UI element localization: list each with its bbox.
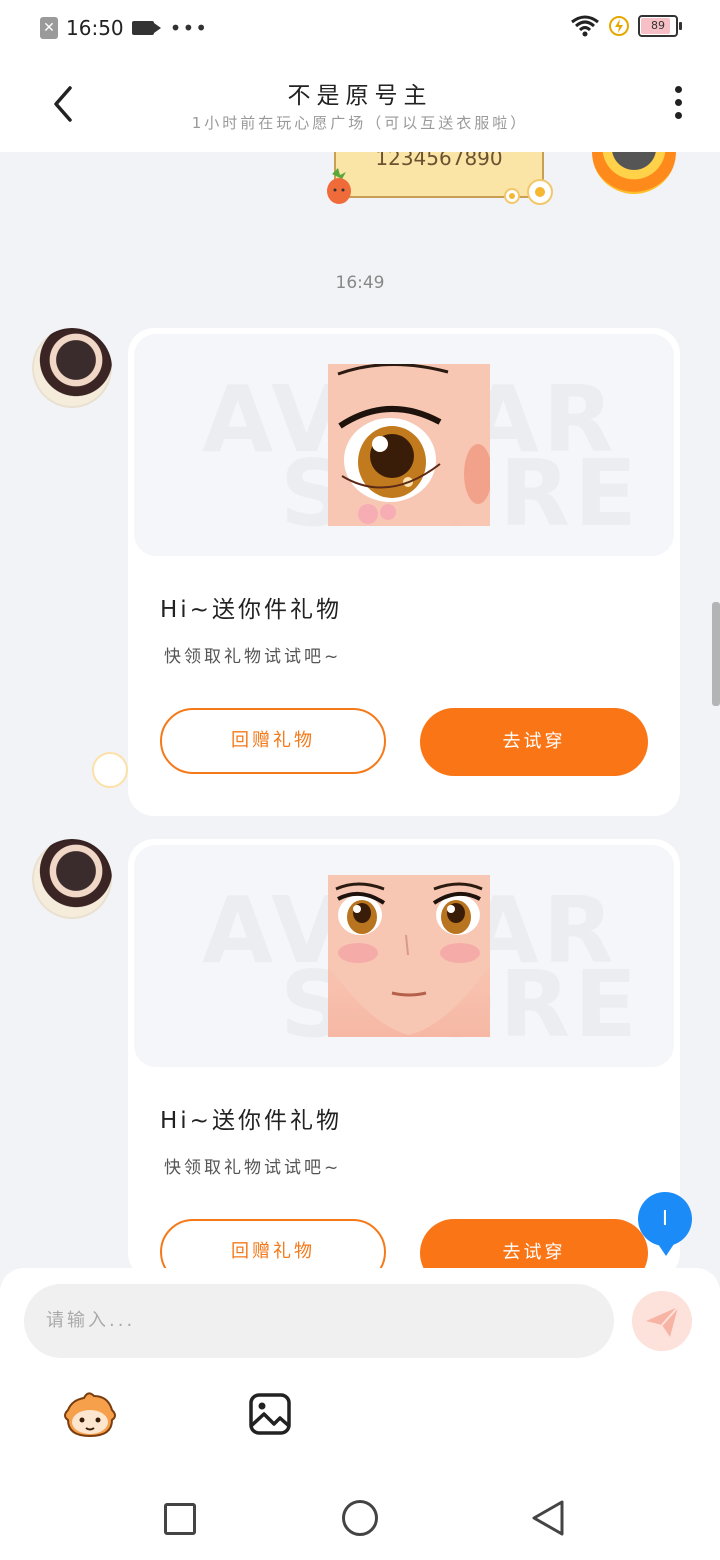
- status-bar: ✕ 16:50 ••• 89: [0, 0, 720, 56]
- more-options-button[interactable]: [666, 82, 690, 126]
- gift-title: Hi~送你件礼物: [160, 597, 342, 623]
- status-time: 16:50: [66, 16, 124, 40]
- more-dot-icon: [674, 99, 682, 106]
- carrot-sticker-icon: [327, 168, 351, 204]
- send-button[interactable]: [632, 1291, 692, 1351]
- sender-avatar[interactable]: [32, 839, 112, 919]
- time-divider: 16:49: [335, 273, 385, 293]
- try-on-button[interactable]: 去试穿: [420, 708, 648, 776]
- gift-preview-image[interactable]: AVATAR STORE: [134, 334, 674, 556]
- my-avatar-partial[interactable]: [586, 152, 682, 200]
- return-gift-button[interactable]: 回赠礼物: [160, 708, 386, 774]
- home-button[interactable]: [342, 1500, 378, 1536]
- chat-header: 不是原号主 1小时前在玩心愿广场（可以互送衣服啦）: [0, 56, 720, 152]
- gift-description: 快领取礼物试试吧~: [164, 647, 342, 667]
- status-right: 89: [570, 14, 682, 38]
- chat-subtitle: 1小时前在玩心愿广场（可以互送衣服啦）: [191, 114, 529, 132]
- video-icon: [131, 21, 161, 35]
- gift-description: 快领取礼物试试吧~: [164, 1158, 342, 1178]
- charging-icon: [609, 16, 629, 36]
- emoji-sticker-icon[interactable]: [62, 1390, 118, 1440]
- eye-item-image: [328, 364, 490, 526]
- previous-message-text: 1234567890: [375, 152, 503, 170]
- wifi-icon: [571, 15, 599, 37]
- battery-level: 89: [651, 19, 665, 32]
- more-notifications-icon: •••: [169, 16, 209, 40]
- floating-assistant-dot[interactable]: [92, 752, 128, 788]
- scrollbar-thumb[interactable]: [712, 602, 720, 706]
- gift-preview-image[interactable]: AVATAR STORE: [134, 845, 674, 1067]
- message-input[interactable]: 请输入...: [24, 1284, 614, 1358]
- more-dot-icon: [674, 112, 682, 119]
- gift-card[interactable]: AVATAR STORE Hi~送你件礼物 快领取礼物试试吧~ 回赠礼物 去试穿: [128, 328, 680, 816]
- face-item-image: [328, 875, 490, 1037]
- floating-chat-button[interactable]: I: [638, 1192, 692, 1256]
- image-picker-icon[interactable]: [248, 1392, 292, 1436]
- chat-title: 不是原号主: [287, 83, 433, 109]
- gift-title: Hi~送你件礼物: [160, 1108, 342, 1134]
- sender-avatar[interactable]: [32, 328, 112, 408]
- system-back-button[interactable]: [530, 1498, 566, 1538]
- flower-sticker-icon: [504, 179, 553, 205]
- notification-icon: ✕: [40, 17, 58, 39]
- gift-card[interactable]: AVATAR STORE Hi~送你件礼物 快领取礼物试试吧~ 回赠礼物 去试穿: [128, 839, 680, 1287]
- battery-icon: 89: [638, 15, 682, 37]
- more-dot-icon: [674, 86, 682, 93]
- recent-apps-button[interactable]: [164, 1503, 196, 1535]
- status-left: ✕ 16:50 •••: [40, 16, 208, 40]
